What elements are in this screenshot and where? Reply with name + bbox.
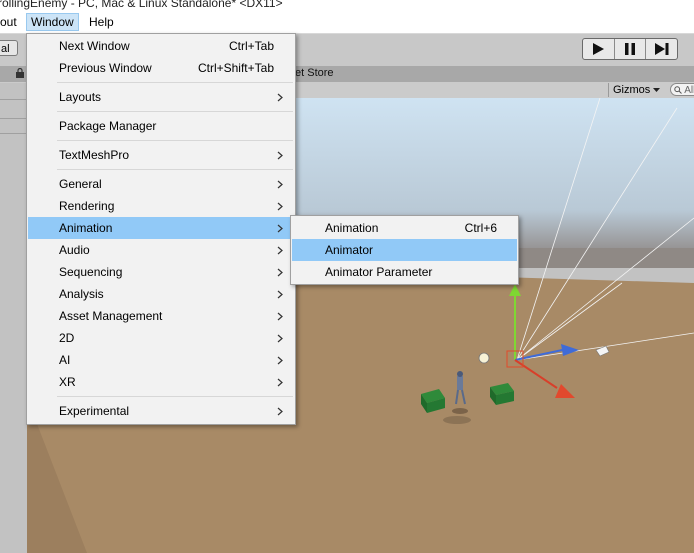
- menu-item-ai[interactable]: AI: [28, 349, 294, 371]
- submenu-item-animator[interactable]: Animator: [292, 239, 517, 261]
- menu-item-label: Animation: [325, 221, 379, 235]
- gizmos-label: Gizmos: [613, 84, 651, 96]
- submenu-item-animator-parameter[interactable]: Animator Parameter: [292, 261, 517, 283]
- menu-bar: out Window Help: [0, 11, 694, 34]
- play-button[interactable]: [583, 39, 615, 59]
- menu-item-audio[interactable]: Audio: [28, 239, 294, 261]
- pause-button[interactable]: [615, 39, 647, 59]
- menu-item-label: Layouts: [59, 90, 102, 104]
- search-icon: [674, 86, 682, 94]
- menu-item-2d[interactable]: 2D: [28, 327, 294, 349]
- menu-item-label: General: [59, 177, 102, 191]
- menu-item-shortcut: Ctrl+6: [464, 221, 497, 235]
- enemy-cube-2[interactable]: [490, 383, 514, 405]
- chevron-right-icon: [277, 407, 283, 415]
- hierarchy-panel-edge: [0, 83, 27, 553]
- step-button[interactable]: [646, 39, 677, 59]
- tab-asset-store[interactable]: et Store: [295, 67, 334, 79]
- chevron-right-icon: [277, 334, 283, 342]
- menu-item-shortcut: Ctrl+Tab: [228, 39, 274, 53]
- menu-item-textmeshpro[interactable]: TextMeshPro: [28, 144, 294, 166]
- menu-item-label: Audio: [59, 243, 90, 257]
- pause-icon: [625, 43, 635, 55]
- menu-separator: [57, 111, 293, 112]
- step-icon: [654, 43, 669, 55]
- chevron-right-icon: [277, 290, 283, 298]
- chevron-right-icon: [277, 202, 283, 210]
- menu-item-label: Package Manager: [59, 119, 157, 133]
- menu-item-general[interactable]: General: [28, 173, 294, 195]
- search-placeholder: All: [684, 85, 694, 96]
- lock-icon[interactable]: [15, 68, 25, 78]
- chevron-right-icon: [277, 356, 283, 364]
- shadow: [443, 416, 471, 424]
- menu-item-animation[interactable]: Animation: [28, 217, 294, 239]
- menu-item-experimental[interactable]: Experimental: [28, 400, 294, 422]
- play-icon: [593, 43, 605, 55]
- gizmos-dropdown[interactable]: Gizmos: [608, 83, 664, 97]
- menu-separator: [57, 396, 293, 397]
- chevron-right-icon: [277, 378, 283, 386]
- window-title: rollingEnemy - PC, Mac & Linux Standalon…: [0, 0, 283, 10]
- menu-item-label: Asset Management: [59, 309, 163, 323]
- menu-item-label: Analysis: [59, 287, 104, 301]
- title-bar: rollingEnemy - PC, Mac & Linux Standalon…: [0, 0, 694, 11]
- menu-item-xr[interactable]: XR: [28, 371, 294, 393]
- light-icon[interactable]: [478, 352, 490, 364]
- submenu-item-animation[interactable]: Animation Ctrl+6: [292, 217, 517, 239]
- menu-item-label: XR: [59, 375, 76, 389]
- chevron-right-icon: [277, 224, 283, 232]
- chevron-right-icon: [277, 312, 283, 320]
- window-menu: Next Window Ctrl+Tab Previous Window Ctr…: [26, 33, 296, 425]
- menu-separator: [57, 169, 293, 170]
- animation-submenu: Animation Ctrl+6 Animator Animator Param…: [290, 215, 519, 285]
- menu-item-package-manager[interactable]: Package Manager: [28, 115, 294, 137]
- menu-item-layouts[interactable]: Layouts: [28, 86, 294, 108]
- menu-item-label: 2D: [59, 331, 75, 345]
- menu-component[interactable]: out: [0, 14, 21, 30]
- chevron-right-icon: [277, 93, 283, 101]
- menu-item-label: Sequencing: [59, 265, 123, 279]
- menu-item-rendering[interactable]: Rendering: [28, 195, 294, 217]
- menu-item-label: Experimental: [59, 404, 130, 418]
- menu-separator: [57, 82, 293, 83]
- playback-controls: [582, 38, 678, 60]
- menu-item-label: Rendering: [59, 199, 115, 213]
- menu-item-next-window[interactable]: Next Window Ctrl+Tab: [28, 35, 294, 57]
- menu-item-label: Previous Window: [59, 61, 152, 75]
- menu-item-sequencing[interactable]: Sequencing: [28, 261, 294, 283]
- chevron-right-icon: [277, 151, 283, 159]
- global-toggle-button[interactable]: al: [0, 40, 18, 56]
- menu-separator: [57, 140, 293, 141]
- scene-search-input[interactable]: All: [670, 83, 694, 96]
- chevron-right-icon: [277, 180, 283, 188]
- menu-item-asset-management[interactable]: Asset Management: [28, 305, 294, 327]
- menu-item-label: Animation: [59, 221, 113, 235]
- menu-item-analysis[interactable]: Analysis: [28, 283, 294, 305]
- menu-item-label: Animator: [325, 243, 374, 257]
- caret-down-icon: [653, 88, 661, 93]
- menu-item-label: Animator Parameter: [325, 265, 433, 279]
- menu-window[interactable]: Window: [26, 13, 79, 31]
- menu-item-label: TextMeshPro: [59, 148, 130, 162]
- menu-item-label: Next Window: [59, 39, 130, 53]
- chevron-right-icon: [277, 246, 283, 254]
- menu-item-shortcut: Ctrl+Shift+Tab: [197, 61, 274, 75]
- menu-item-label: AI: [59, 353, 71, 367]
- menu-help[interactable]: Help: [85, 14, 118, 30]
- menu-item-previous-window[interactable]: Previous Window Ctrl+Shift+Tab: [28, 57, 294, 79]
- chevron-right-icon: [277, 268, 283, 276]
